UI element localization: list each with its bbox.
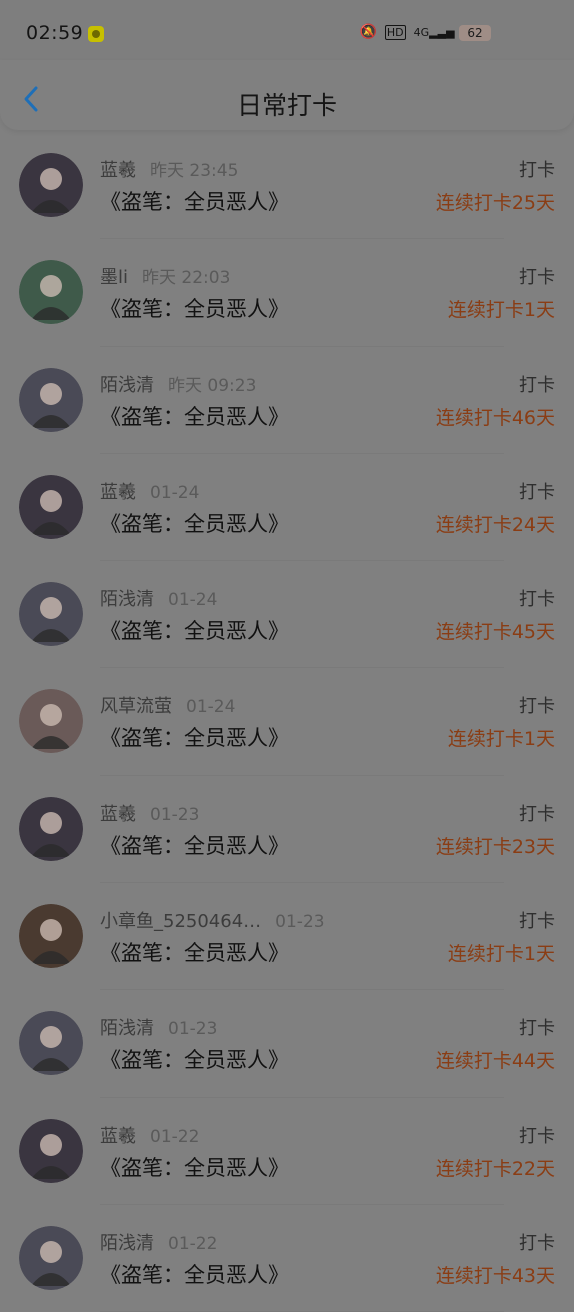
avatar[interactable]: [19, 796, 83, 861]
book-title[interactable]: 《盗笔：全员恶人》: [100, 401, 289, 431]
avatar[interactable]: [19, 1225, 83, 1290]
action-label: 打卡: [519, 696, 555, 718]
action-label: 打卡: [519, 374, 555, 396]
app-icon: [88, 26, 104, 42]
streak-label: 连续打卡25天: [435, 192, 555, 214]
checkin-row[interactable]: 蓝羲 01-23 《盗笔：全员恶人》 打卡连续打卡23天: [0, 776, 574, 884]
checkin-row[interactable]: 陌浅清 01-22 《盗笔：全员恶人》 打卡连续打卡43天: [0, 1205, 574, 1312]
book-title[interactable]: 《盗笔：全员恶人》: [100, 1044, 289, 1074]
action-label: 打卡: [519, 267, 555, 289]
checkin-row[interactable]: 陌浅清 01-24 《盗笔：全员恶人》 打卡连续打卡45天: [0, 561, 574, 669]
streak-label: 连续打卡45天: [435, 621, 555, 644]
header: 日常打卡: [0, 60, 574, 130]
avatar[interactable]: [19, 689, 83, 754]
book-title[interactable]: 《盗笔：全员恶人》: [100, 722, 289, 752]
user-line: 蓝羲 01-24: [100, 478, 199, 504]
checkin-time: 01-24: [186, 697, 236, 718]
status-bar: 02:59 🔕 HD 4G▂▃▅ ◠ ϟ 62: [0, 0, 574, 64]
streak-label: 连续打卡24天: [435, 513, 555, 536]
battery-icon: 62: [459, 25, 491, 41]
user-line: 蓝羲 昨天 23:45: [100, 156, 238, 182]
book-title[interactable]: 《盗笔：全员恶人》: [100, 615, 289, 645]
book-title[interactable]: 《盗笔：全员恶人》: [100, 830, 289, 860]
user-line: 陌浅清 昨天 09:23: [100, 371, 256, 397]
streak-label: 连续打卡1天: [447, 728, 555, 751]
book-title[interactable]: 《盗笔：全员恶人》: [100, 937, 289, 967]
checkin-row[interactable]: 陌浅清 昨天 09:23 《盗笔：全员恶人》 打卡连续打卡46天: [0, 347, 574, 454]
action-label: 打卡: [519, 911, 555, 933]
avatar[interactable]: [19, 582, 83, 647]
username[interactable]: 蓝羲: [100, 482, 136, 503]
user-line: 墨li 昨天 22:03: [100, 263, 230, 289]
streak-label: 连续打卡22天: [435, 1157, 555, 1180]
username[interactable]: 陌浅清: [100, 1233, 154, 1254]
checkin-row[interactable]: 陌浅清 01-23 《盗笔：全员恶人》 打卡连续打卡44天: [0, 990, 574, 1098]
checkin-time: 昨天 22:03: [142, 268, 231, 289]
book-title[interactable]: 《盗笔：全员恶人》: [100, 508, 289, 538]
avatar[interactable]: [19, 1011, 83, 1076]
checkin-time: 01-24: [168, 590, 218, 611]
status-time: 02:59: [26, 22, 84, 44]
avatar[interactable]: [19, 153, 83, 217]
streak-label: 连续打卡46天: [435, 406, 555, 429]
user-line: 陌浅清 01-24: [100, 585, 217, 611]
checkin-time: 昨天 23:45: [150, 161, 239, 181]
action-label: 打卡: [519, 803, 555, 825]
checkin-row[interactable]: 蓝羲 昨天 23:45 《盗笔：全员恶人》 打卡连续打卡25天: [0, 132, 574, 240]
username[interactable]: 陌浅清: [100, 375, 154, 396]
username[interactable]: 陌浅清: [100, 1018, 154, 1039]
action-label: 打卡: [519, 1125, 555, 1147]
checkin-list: 蓝羲 昨天 23:45 《盗笔：全员恶人》 打卡 连续打卡25天 墨li 昨天 22:03 《…: [0, 132, 574, 1312]
user-line: 蓝羲 01-23: [100, 800, 199, 826]
4g-signal-icon: 4G▂▃▅: [413, 25, 455, 39]
user-line: 陌浅清 01-23: [100, 1014, 217, 1040]
checkin-row[interactable]: 蓝羲 01-22 《盗笔：全员恶人》 打卡连续打卡22天: [0, 1098, 574, 1205]
username[interactable]: 风草流萤: [100, 696, 172, 717]
username[interactable]: 蓝羲: [100, 160, 136, 181]
book-title[interactable]: 《盗笔：全员恶人》: [100, 186, 289, 216]
streak-label: 连续打卡43天: [435, 1264, 555, 1287]
action-label: 打卡: [519, 481, 555, 503]
mute-icon: 🔕: [359, 24, 377, 40]
user-line: 蓝羲 01-22: [100, 1122, 199, 1148]
streak-label: 连续打卡1天: [447, 299, 555, 322]
avatar[interactable]: [19, 1118, 83, 1183]
streak-label: 连续打卡23天: [435, 835, 555, 858]
user-line: 小章鱼_5250464… 01-23: [100, 907, 325, 933]
checkin-time: 01-22: [168, 1233, 218, 1254]
book-title[interactable]: 《盗笔：全员恶人》: [100, 293, 289, 323]
streak-label: 连续打卡1天: [447, 943, 555, 966]
checkin-time: 01-23: [150, 804, 200, 825]
action-label: 打卡: [519, 160, 555, 181]
username[interactable]: 陌浅清: [100, 589, 154, 610]
checkin-time: 01-24: [150, 482, 200, 503]
streak-label: 连续打卡44天: [435, 1050, 555, 1073]
username[interactable]: 蓝羲: [100, 1126, 136, 1147]
action-label: 打卡: [519, 1232, 555, 1254]
avatar[interactable]: [19, 367, 83, 432]
checkin-time: 01-23: [168, 1019, 218, 1040]
checkin-row[interactable]: 蓝羲 01-24 《盗笔：全员恶人》 打卡连续打卡24天: [0, 454, 574, 562]
book-title[interactable]: 《盗笔：全员恶人》: [100, 1152, 289, 1182]
avatar[interactable]: [19, 260, 83, 325]
checkin-time: 01-23: [275, 912, 325, 933]
user-line: 陌浅清 01-22: [100, 1229, 217, 1255]
avatar[interactable]: [19, 904, 83, 969]
page-title: 日常打卡: [236, 91, 337, 120]
book-title[interactable]: 《盗笔：全员恶人》: [100, 1259, 289, 1289]
action-label: 打卡: [519, 1018, 555, 1040]
hd-icon: HD: [384, 24, 406, 40]
checkin-row[interactable]: 风草流萤 01-24 《盗笔：全员恶人》 打卡连续打卡1天: [0, 668, 574, 776]
user-line: 风草流萤 01-24: [100, 692, 235, 718]
username[interactable]: 蓝羲: [100, 804, 136, 825]
checkin-row[interactable]: 墨li 昨天 22:03 《盗笔：全员恶人》 打卡连续打卡1天: [0, 239, 574, 347]
checkin-row[interactable]: 小章鱼_5250464… 01-23 《盗笔：全员恶人》 打卡连续打卡1天: [0, 883, 574, 991]
username[interactable]: 墨li: [100, 267, 128, 288]
action-label: 打卡: [519, 589, 555, 611]
checkin-time: 昨天 09:23: [168, 375, 257, 396]
checkin-time: 01-22: [150, 1126, 200, 1147]
avatar[interactable]: [19, 474, 83, 539]
username[interactable]: 小章鱼_5250464…: [100, 911, 261, 932]
